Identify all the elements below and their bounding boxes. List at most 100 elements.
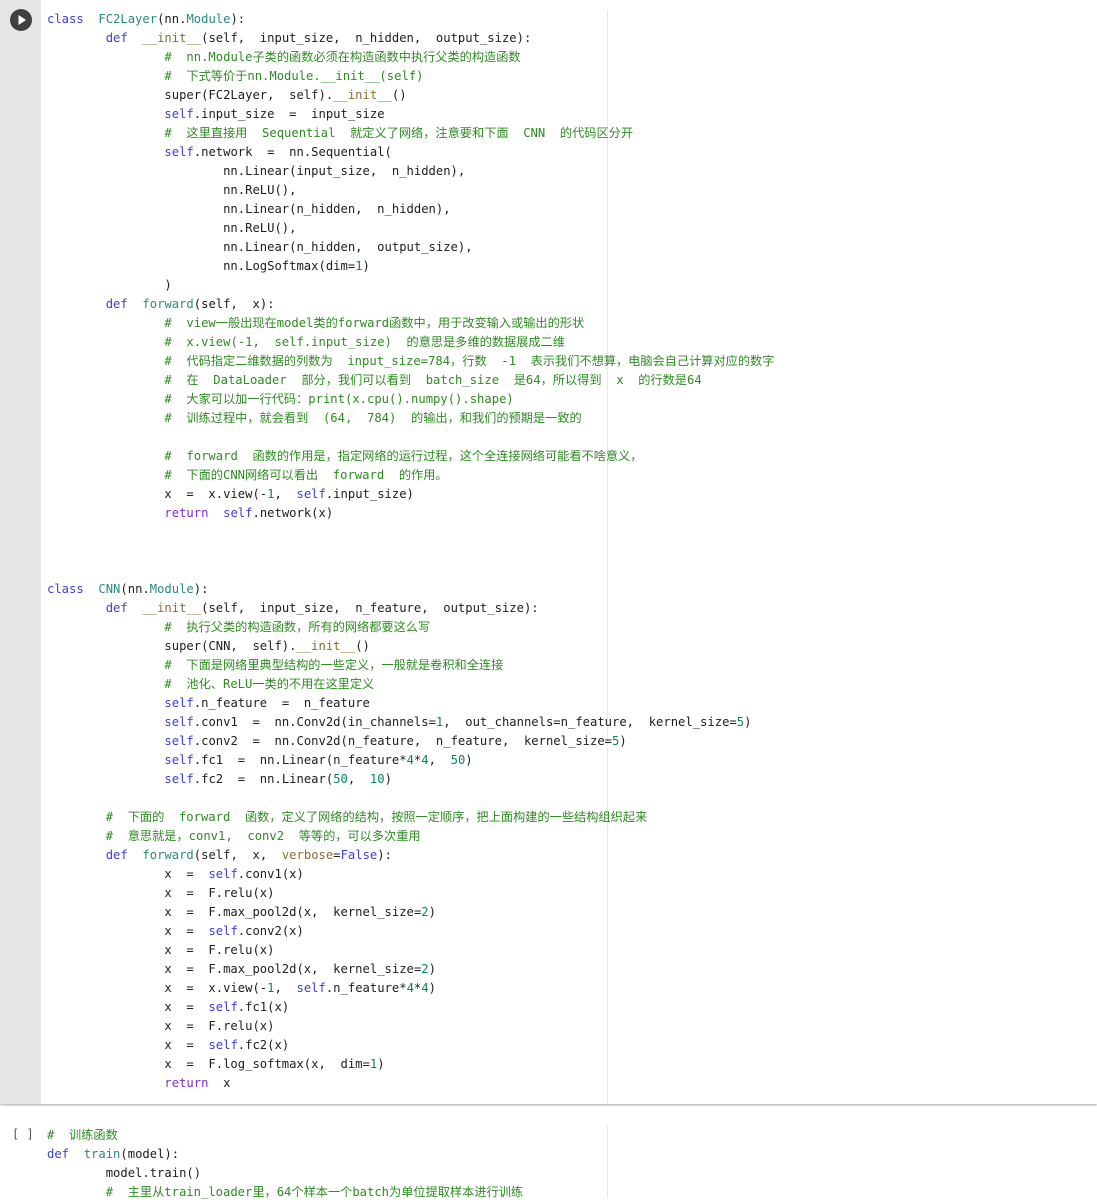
- code-line: def forward(self, x):: [47, 295, 774, 314]
- code-token: ): [619, 734, 627, 748]
- code-line: # 这里直接用 Sequential 就定义了网络，注意要和下面 CNN 的代码…: [47, 124, 774, 143]
- code-token: # 意思就是，conv1, conv2 等等的，可以多次重用: [105, 829, 421, 843]
- code-cell-train-function[interactable]: [ ] # 训练函数 def train(model): model.train(…: [0, 1116, 1097, 1199]
- code-line: # 下面的 forward 函数，定义了网络的结构，按照一定顺序，把上面构建的一…: [47, 808, 774, 827]
- code-token: 4: [421, 981, 429, 995]
- code-token: .conv1 = nn.Conv2d(in_channels=: [193, 715, 436, 729]
- code-token: ): [465, 753, 473, 767]
- code-token: self: [208, 867, 238, 881]
- code-line: self.fc2 = nn.Linear(50, 10): [47, 770, 774, 789]
- code-token: .conv2(x): [237, 924, 304, 938]
- code-token: 5: [736, 715, 745, 729]
- code-token: 50: [333, 772, 348, 786]
- code-editor[interactable]: class FC2Layer(nn.Module): def __init__(…: [47, 10, 774, 1093]
- code-line: x = F.relu(x): [47, 884, 774, 903]
- code-token: def: [105, 848, 128, 862]
- play-icon: [18, 15, 26, 25]
- code-token: # view一般出现在model类的forward函数中，用于改变输入或输出的形…: [164, 316, 585, 330]
- code-token: .network = nn.Sequential(: [193, 145, 392, 159]
- code-token: ): [377, 1057, 385, 1071]
- code-token: ): [47, 278, 172, 292]
- execution-count-bracket[interactable]: [ ]: [12, 1127, 34, 1141]
- code-cell-model-definitions[interactable]: class FC2Layer(nn.Module): def __init__(…: [0, 0, 1097, 1104]
- code-token: ):: [230, 12, 246, 26]
- code-token: return: [164, 506, 209, 520]
- code-token: x = F.relu(x): [47, 1019, 275, 1033]
- code-token: .conv2 = nn.Conv2d(n_feature, n_feature,…: [193, 734, 613, 748]
- code-token: # 这里直接用 Sequential 就定义了网络，注意要和下面 CNN 的代码…: [164, 126, 634, 140]
- code-token: ): [428, 981, 436, 995]
- code-line: # 大家可以加一行代码：print(x.cpu().numpy().shape): [47, 390, 774, 409]
- code-token: .fc2 = nn.Linear(: [193, 772, 334, 786]
- code-token: x = F.log_softmax(x, dim=: [47, 1057, 370, 1071]
- code-token: x = F.relu(x): [47, 943, 275, 957]
- code-token: .fc1(x): [237, 1000, 290, 1014]
- code-token: ):: [193, 582, 209, 596]
- code-line: # 下面的CNN网络可以看出 forward 的作用。: [47, 466, 774, 485]
- code-token: x =: [47, 1038, 209, 1052]
- code-token: , out_channels=n_feature, kernel_size=: [443, 715, 737, 729]
- code-token: train: [83, 1147, 121, 1161]
- code-token: def: [105, 601, 128, 615]
- code-token: # 主里从train_loader里，64个样本一个batch为单位提取样本进行…: [105, 1185, 524, 1199]
- code-token: x =: [47, 1000, 209, 1014]
- code-line: # 训练函数: [47, 1126, 523, 1145]
- code-token: ): [428, 962, 436, 976]
- code-token: def: [105, 31, 128, 45]
- code-token: verbose: [281, 848, 334, 862]
- code-line: # 下面是网络里典型结构的一些定义，一般就是卷积和全连接: [47, 656, 774, 675]
- code-token: super(FC2Layer, self).: [47, 88, 334, 102]
- code-token: 2: [421, 905, 429, 919]
- code-editor[interactable]: # 训练函数 def train(model): model.train() # …: [47, 1126, 523, 1202]
- code-token: ): [428, 905, 436, 919]
- code-token: ,: [274, 981, 297, 995]
- code-token: self: [164, 145, 194, 159]
- code-line: super(FC2Layer, self).__init__(): [47, 86, 774, 105]
- code-line: self.conv1 = nn.Conv2d(in_channels=1, ou…: [47, 713, 774, 732]
- code-line: self.conv2 = nn.Conv2d(n_feature, n_feat…: [47, 732, 774, 751]
- code-line: x = F.log_softmax(x, dim=1): [47, 1055, 774, 1074]
- code-line: x = F.relu(x): [47, 941, 774, 960]
- code-token: # 大家可以加一行代码：print(x.cpu().numpy().shape): [164, 392, 514, 406]
- code-line: x = self.conv2(x): [47, 922, 774, 941]
- code-token: (self, x):: [193, 297, 275, 311]
- code-token: CNN: [98, 582, 121, 596]
- code-line: nn.ReLU(),: [47, 219, 774, 238]
- code-line: self.n_feature = n_feature: [47, 694, 774, 713]
- code-token: # 执行父类的构造函数，所有的网络都要这么写: [164, 620, 431, 634]
- run-cell-button[interactable]: [10, 9, 32, 31]
- code-token: class: [47, 12, 84, 26]
- code-line: model.train(): [47, 1164, 523, 1183]
- code-token: .input_size = input_size: [193, 107, 385, 121]
- code-line: nn.ReLU(),: [47, 181, 774, 200]
- code-token: self: [223, 506, 253, 520]
- code-token: super(CNN, self).: [47, 639, 297, 653]
- code-token: (nn.: [120, 582, 150, 596]
- code-token: # 下面是网络里典型结构的一些定义，一般就是卷积和全连接: [164, 658, 504, 672]
- code-token: model.train(): [47, 1166, 202, 1180]
- code-line: # 意思就是，conv1, conv2 等等的，可以多次重用: [47, 827, 774, 846]
- code-token: Module: [149, 582, 194, 596]
- code-token: 50: [450, 753, 466, 767]
- code-token: nn.Linear(n_hidden, n_hidden),: [47, 202, 451, 216]
- code-line: x = F.relu(x): [47, 1017, 774, 1036]
- code-token: (): [391, 88, 407, 102]
- code-token: __init__: [296, 639, 356, 653]
